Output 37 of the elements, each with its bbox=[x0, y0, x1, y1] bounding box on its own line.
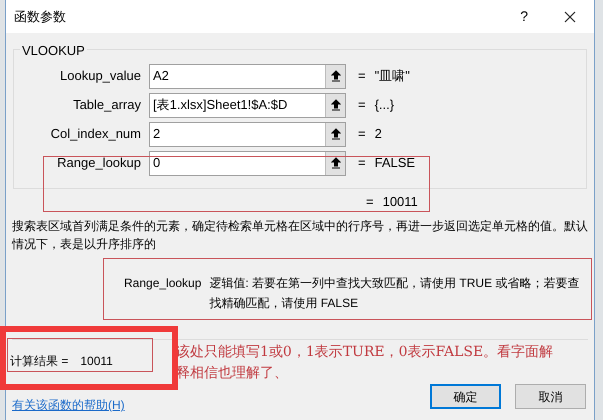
input-field[interactable]: A2 bbox=[149, 64, 346, 88]
equals-sign: = bbox=[358, 125, 366, 144]
argument-result: 2 bbox=[374, 125, 382, 144]
equals-sign: = bbox=[358, 67, 366, 86]
collapse-button[interactable] bbox=[325, 152, 345, 174]
argument-help-name: Range_lookup bbox=[124, 275, 202, 292]
argument-result: "皿啸" bbox=[374, 67, 410, 86]
collapse-button[interactable] bbox=[325, 122, 345, 146]
equals-sign: = bbox=[366, 193, 374, 212]
upload-arrow-icon bbox=[330, 70, 340, 82]
cancel-button[interactable]: 取消 bbox=[515, 384, 586, 409]
close-icon[interactable] bbox=[564, 10, 576, 22]
function-description: 搜索表区域首列满足条件的元素，确定待检索单元格在区域中的行序号，再进一步返回选定单元格的值。默认情况下，表是以升序排序的 bbox=[10, 218, 589, 253]
upload-arrow-icon bbox=[330, 99, 340, 111]
argument-label: Col_index_num bbox=[50, 125, 142, 144]
input-field[interactable]: 0 bbox=[149, 150, 346, 176]
argument-result: FALSE bbox=[374, 154, 416, 172]
collapse-button[interactable] bbox=[325, 64, 345, 88]
result-label: 计算结果 = bbox=[10, 353, 68, 370]
argument-label: Table_array bbox=[72, 96, 142, 114]
window-title: 函数参数 bbox=[14, 8, 66, 26]
upload-arrow-icon bbox=[330, 157, 340, 169]
input-field[interactable]: [表1.xlsx]Sheet1!$A:$D bbox=[149, 92, 346, 118]
argument-label: Range_lookup bbox=[56, 154, 142, 172]
help-button[interactable]: ? bbox=[520, 6, 528, 27]
argument-result: {...} bbox=[374, 96, 394, 114]
argument-help-text: 逻辑值: 若要在第一列中查找大致匹配，请使用 TRUE 或省略；若要查找精确匹配，请使用 FALSE bbox=[209, 275, 580, 312]
formula-result: 10011 bbox=[382, 193, 418, 212]
ok-button[interactable]: 确定 bbox=[430, 384, 501, 409]
calculation-result: 10011 bbox=[80, 353, 113, 370]
upload-arrow-icon bbox=[330, 128, 340, 140]
equals-sign: = bbox=[358, 96, 366, 114]
collapse-button[interactable] bbox=[325, 94, 345, 116]
equals-sign: = bbox=[358, 154, 366, 172]
input-field[interactable]: 2 bbox=[149, 122, 346, 146]
help-link[interactable]: 有关该函数的帮助(H) bbox=[12, 396, 125, 414]
argument-label: Lookup_value bbox=[59, 67, 142, 86]
